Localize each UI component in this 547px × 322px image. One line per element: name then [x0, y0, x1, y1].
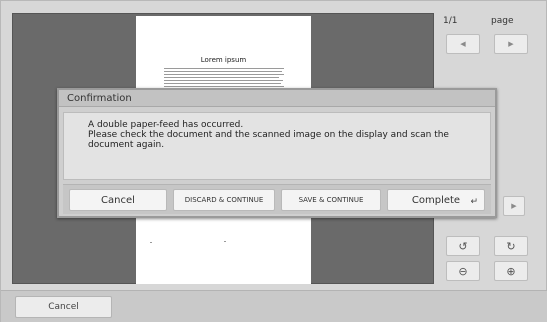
rotate-right-button[interactable]: ↻: [494, 236, 528, 256]
cancel-scan-button[interactable]: Cancel: [15, 296, 112, 318]
page-speck: [150, 242, 152, 243]
rotate-left-icon: ↺: [458, 239, 468, 253]
confirmation-dialog: Confirmation A double paper-feed has occ…: [57, 88, 497, 218]
arrow-right-icon: ▶: [508, 40, 514, 48]
document-text-line: [164, 74, 284, 75]
dialog-button-bar: Cancel DISCARD & CONTINUE SAVE & CONTINU…: [63, 184, 491, 214]
cancel-button[interactable]: Cancel: [69, 189, 167, 211]
dialog-title: Confirmation: [59, 90, 495, 107]
document-text-line: [164, 77, 279, 78]
next-page-button-lower[interactable]: ▶: [503, 196, 525, 216]
rotate-right-icon: ↻: [506, 239, 516, 253]
bottom-toolbar: Cancel: [1, 290, 547, 322]
message-line: A double paper-feed has occurred.: [88, 120, 244, 130]
document-text-line: [164, 71, 282, 72]
document-text-line: [164, 80, 283, 81]
zoom-out-icon: ⊖: [458, 264, 468, 278]
save-and-continue-button[interactable]: SAVE & CONTINUE: [281, 189, 381, 211]
zoom-out-button[interactable]: ⊖: [446, 261, 480, 281]
document-text-line: [164, 83, 281, 84]
page-counter: 1/1: [443, 16, 458, 26]
message-line: document again.: [88, 140, 165, 150]
dialog-message: A double paper-feed has occurred. Please…: [88, 120, 478, 150]
page-speck: [224, 241, 226, 242]
document-title: Lorem ipsum: [200, 56, 247, 64]
rotate-left-button[interactable]: ↺: [446, 236, 480, 256]
discard-and-continue-button[interactable]: DISCARD & CONTINUE: [173, 189, 275, 211]
arrow-left-icon: ◀: [460, 40, 466, 48]
scan-window: Lorem ipsum 1/1 page ◀ ▶ ▶ ↺ ↻ ⊖ ⊕ Cance…: [0, 0, 547, 322]
zoom-in-icon: ⊕: [506, 264, 516, 278]
zoom-in-button[interactable]: ⊕: [494, 261, 528, 281]
complete-button[interactable]: Complete ↵: [387, 189, 485, 211]
arrow-right-icon: ▶: [511, 202, 517, 210]
next-page-button[interactable]: ▶: [494, 34, 528, 54]
enter-icon: ↵: [470, 197, 478, 207]
document-text-line: [164, 86, 284, 87]
complete-label: Complete: [411, 194, 461, 206]
previous-page-button[interactable]: ◀: [446, 34, 480, 54]
page-label: page: [491, 16, 514, 26]
document-text-line: [164, 68, 284, 69]
dialog-message-area: A double paper-feed has occurred. Please…: [63, 112, 491, 180]
message-line: Please check the document and the scanne…: [88, 130, 449, 140]
